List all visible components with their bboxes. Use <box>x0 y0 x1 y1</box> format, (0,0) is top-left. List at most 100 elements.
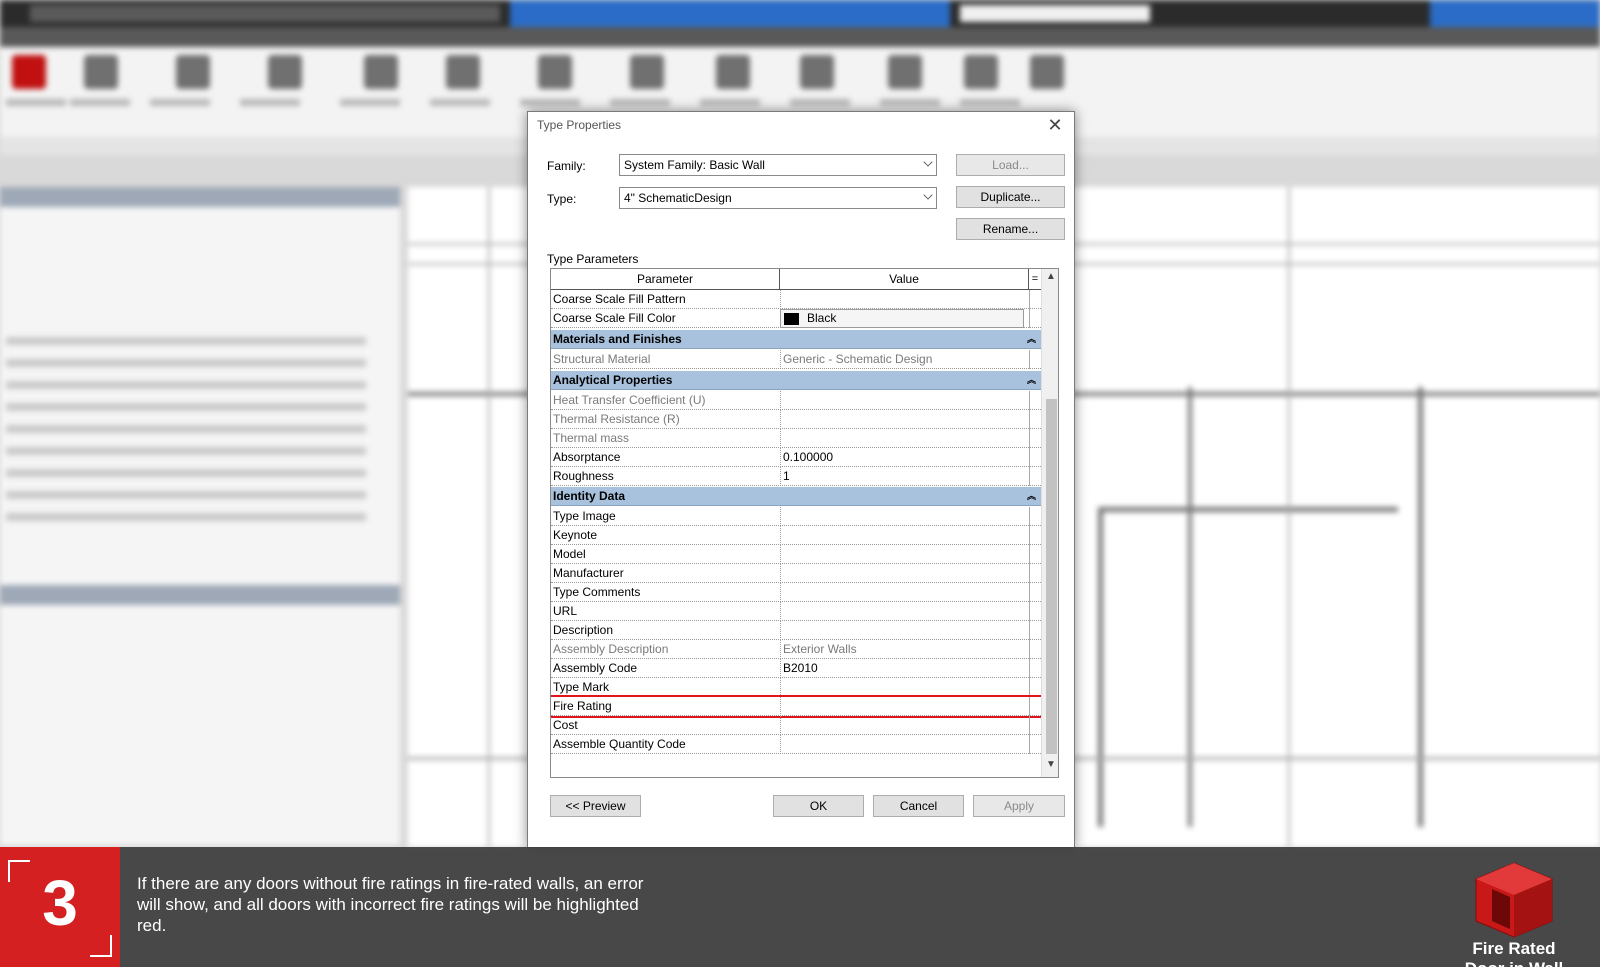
param-name: Assembly Description <box>553 642 669 656</box>
param-row[interactable]: Type Mark <box>551 678 1041 697</box>
equals-column-header[interactable]: = <box>1029 269 1041 290</box>
param-value[interactable] <box>780 621 1029 640</box>
type-dropdown[interactable]: 4" SchematicDesign <box>619 187 937 209</box>
ok-button[interactable]: OK <box>773 795 864 817</box>
preview-button[interactable]: << Preview <box>550 795 641 817</box>
collapse-chevron-icon[interactable]: ︽ <box>1027 489 1036 502</box>
param-row[interactable]: Assembly Description Exterior Walls <box>551 640 1041 659</box>
formula-cell <box>1029 621 1041 640</box>
param-value[interactable]: Generic - Schematic Design <box>780 350 1029 369</box>
scroll-up-icon[interactable]: ▲ <box>1042 271 1058 287</box>
param-name: Heat Transfer Coefficient (U) <box>553 393 706 407</box>
color-swatch <box>784 313 799 325</box>
chevron-down-icon <box>923 190 933 200</box>
param-value[interactable] <box>780 290 1029 309</box>
brand-logo: Fire Rated Door in Wall <box>1448 859 1580 967</box>
param-name: Assembly Code <box>553 661 638 675</box>
formula-cell <box>1029 640 1041 659</box>
param-row[interactable]: Roughness 1 <box>551 467 1041 486</box>
fire-rating-value[interactable] <box>780 697 1029 716</box>
param-name: Type Comments <box>553 585 641 599</box>
param-value[interactable]: 0.100000 <box>780 448 1029 467</box>
param-value[interactable] <box>780 716 1029 735</box>
ribbon-tool-icon <box>630 55 664 89</box>
param-value[interactable] <box>780 583 1029 602</box>
color-picker-button[interactable]: Black <box>780 309 1024 328</box>
param-row[interactable]: Manufacturer <box>551 564 1041 583</box>
group-header-row[interactable]: Identity Data ︽ <box>551 487 1041 506</box>
param-value[interactable]: 1 <box>780 467 1029 486</box>
param-row[interactable]: Thermal mass <box>551 429 1041 448</box>
param-value[interactable] <box>780 735 1029 754</box>
ribbon-label <box>6 99 66 106</box>
parameter-column-header: Parameter <box>551 269 780 290</box>
param-value[interactable] <box>780 564 1029 583</box>
close-icon[interactable]: ✕ <box>1042 113 1068 137</box>
rename-button[interactable]: Rename... <box>956 218 1065 240</box>
group-header-row[interactable]: Materials and Finishes ︽ <box>551 330 1041 349</box>
ribbon-tool-icon <box>716 55 750 89</box>
param-value[interactable] <box>780 678 1029 697</box>
param-value[interactable] <box>780 545 1029 564</box>
param-row[interactable]: Keynote <box>551 526 1041 545</box>
param-name: Assemble Quantity Code <box>553 737 686 751</box>
param-name: Coarse Scale Fill Color <box>553 311 676 325</box>
grid-scrollbar[interactable]: ▲ ▼ <box>1041 269 1058 777</box>
param-row[interactable]: Structural Material Generic - Schematic … <box>551 350 1041 369</box>
formula-cell <box>1029 410 1041 429</box>
param-row[interactable]: Assembly Code B2010 <box>551 659 1041 678</box>
param-row[interactable]: Absorptance 0.100000 <box>551 448 1041 467</box>
ribbon-label <box>340 99 400 106</box>
param-row[interactable]: Type Comments <box>551 583 1041 602</box>
property-row <box>6 337 366 345</box>
scrollbar-thumb[interactable] <box>1046 399 1057 754</box>
param-row[interactable]: Cost <box>551 716 1041 735</box>
brand-name: Fire Rated Door in Wall <box>1448 939 1580 967</box>
formula-cell <box>1029 350 1041 369</box>
ribbon-tabs <box>0 27 1600 47</box>
formula-cell <box>1029 290 1041 309</box>
grid-line <box>488 187 490 847</box>
ribbon-tool-icon <box>888 55 922 89</box>
param-value[interactable] <box>780 602 1029 621</box>
param-row[interactable]: Description <box>551 621 1041 640</box>
collapse-chevron-icon[interactable]: ︽ <box>1027 332 1036 345</box>
param-name: Thermal mass <box>553 431 630 445</box>
param-row[interactable]: URL <box>551 602 1041 621</box>
type-label: Type: <box>547 192 577 206</box>
collapse-chevron-icon[interactable]: ︽ <box>1027 373 1036 386</box>
param-row[interactable]: Coarse Scale Fill Pattern <box>551 290 1041 309</box>
family-dropdown[interactable]: System Family: Basic Wall <box>619 154 937 176</box>
param-name: Coarse Scale Fill Pattern <box>553 292 686 306</box>
apply-button[interactable]: Apply <box>973 795 1065 817</box>
ribbon-label <box>960 99 1020 106</box>
param-value[interactable] <box>780 410 1029 429</box>
property-row <box>6 381 366 389</box>
param-row[interactable]: Type Image <box>551 507 1041 526</box>
property-row <box>6 469 366 477</box>
param-row[interactable]: Model <box>551 545 1041 564</box>
ribbon-label <box>790 99 850 106</box>
cancel-button[interactable]: Cancel <box>873 795 964 817</box>
color-value: Black <box>807 311 837 325</box>
scroll-down-icon[interactable]: ▼ <box>1042 759 1058 775</box>
ribbon-label <box>880 99 940 106</box>
param-value[interactable]: B2010 <box>780 659 1029 678</box>
param-row[interactable]: Coarse Scale Fill Color Black <box>551 309 1041 328</box>
param-row[interactable]: Heat Transfer Coefficient (U) <box>551 391 1041 410</box>
fire-rating-row[interactable]: Fire Rating <box>551 695 1043 718</box>
param-value[interactable] <box>780 507 1029 526</box>
param-value[interactable] <box>780 391 1029 410</box>
type-parameters-grid: Parameter Value = Coarse Scale Fill Patt… <box>550 268 1059 778</box>
formula-cell <box>1029 697 1041 716</box>
param-name: Manufacturer <box>553 566 624 580</box>
param-row[interactable]: Assemble Quantity Code <box>551 735 1041 754</box>
property-row <box>6 447 366 455</box>
duplicate-button[interactable]: Duplicate... <box>956 186 1065 208</box>
param-value[interactable] <box>780 429 1029 448</box>
param-row[interactable]: Thermal Resistance (R) <box>551 410 1041 429</box>
param-value[interactable]: Exterior Walls <box>780 640 1029 659</box>
param-value[interactable] <box>780 526 1029 545</box>
group-header-row[interactable]: Analytical Properties ︽ <box>551 371 1041 390</box>
load-button[interactable]: Load... <box>956 154 1065 176</box>
